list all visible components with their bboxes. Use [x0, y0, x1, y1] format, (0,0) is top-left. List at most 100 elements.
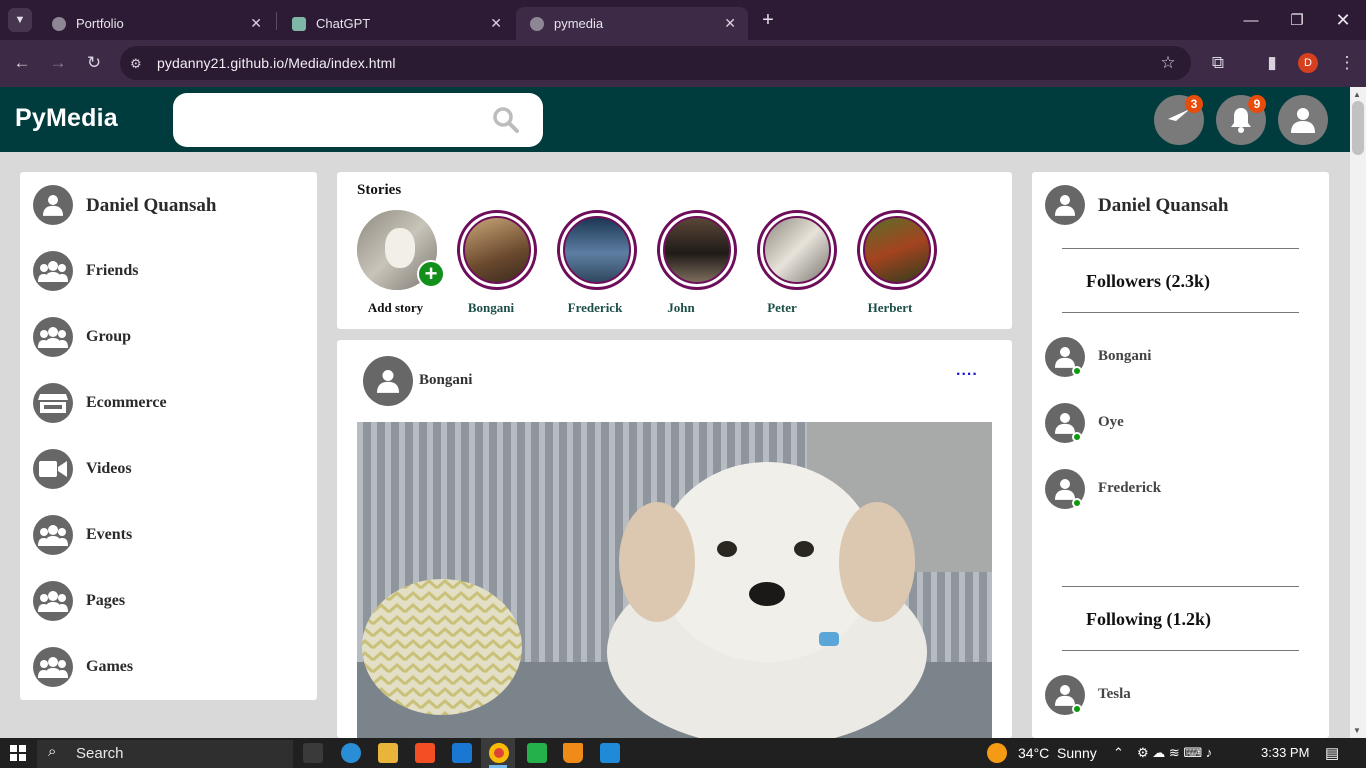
- tab-divider: [276, 12, 277, 30]
- extensions-icon[interactable]: ⧉: [1205, 50, 1231, 76]
- task-view-icon[interactable]: [303, 743, 323, 763]
- sidebar-item-events[interactable]: Events: [33, 515, 303, 555]
- site-info-icon[interactable]: ⚙: [130, 56, 146, 71]
- store-icon: [33, 383, 73, 423]
- friend-item[interactable]: Frederick: [1045, 469, 1305, 511]
- windows-start-icon[interactable]: [10, 745, 26, 761]
- taskbar-search-label[interactable]: Search: [76, 745, 124, 762]
- minimize-button[interactable]: —: [1228, 6, 1274, 34]
- reload-icon[interactable]: ↻: [81, 50, 107, 76]
- tray-icons[interactable]: ⚙ ☁ ≋ ⌨ ♪: [1137, 745, 1212, 761]
- notification-center-icon[interactable]: ▤: [1325, 744, 1339, 762]
- scroll-down-icon[interactable]: ▼: [1353, 726, 1361, 735]
- new-tab-button[interactable]: +: [756, 8, 780, 32]
- mail-icon[interactable]: [452, 743, 472, 763]
- sidebar-item-ecommerce[interactable]: Ecommerce: [33, 383, 303, 423]
- restore-button[interactable]: ❐: [1274, 6, 1320, 34]
- sidebar-item-videos[interactable]: Videos: [33, 449, 303, 489]
- story-name[interactable]: John: [631, 300, 731, 316]
- user-icon: [1055, 479, 1075, 500]
- story-john[interactable]: [657, 210, 737, 290]
- tab-title: Portfolio: [76, 16, 124, 31]
- bookmark-star-icon[interactable]: ☆: [1155, 50, 1181, 76]
- friend-item[interactable]: Bongani: [1045, 337, 1305, 379]
- user-icon: [1055, 685, 1075, 706]
- scroll-up-icon[interactable]: ▲: [1353, 90, 1361, 99]
- friend-name: Tesla: [1098, 686, 1131, 702]
- sidebar-item-label: Events: [86, 526, 133, 543]
- chatgpt-icon: [292, 16, 306, 31]
- right-user-name[interactable]: Daniel Quansah: [1098, 195, 1228, 217]
- sidebar-item-games[interactable]: Games: [33, 647, 303, 687]
- vlc-icon[interactable]: [563, 743, 583, 763]
- close-icon[interactable]: ✕: [490, 15, 502, 32]
- back-arrow-icon[interactable]: ←: [9, 50, 35, 76]
- search-icon[interactable]: [492, 106, 520, 134]
- friend-item[interactable]: Oye: [1045, 403, 1305, 445]
- post-menu-button[interactable]: ....: [956, 362, 978, 380]
- profile-avatar[interactable]: D: [1298, 53, 1318, 73]
- tab-pymedia[interactable]: pymedia ✕: [516, 7, 748, 40]
- add-story-button[interactable]: +: [417, 260, 445, 288]
- story-name[interactable]: Frederick: [545, 300, 645, 316]
- url-text[interactable]: pydanny21.github.io/Media/index.html: [157, 55, 396, 71]
- sidebar-item-group[interactable]: Group: [33, 317, 303, 357]
- chevron-down-icon: ▼: [14, 14, 26, 26]
- page-scrollbar[interactable]: [1350, 87, 1366, 738]
- divider: [1062, 248, 1299, 249]
- kebab-menu-icon[interactable]: ⋮: [1334, 50, 1360, 76]
- store-icon[interactable]: [415, 743, 435, 763]
- side-panel-icon[interactable]: ▮: [1259, 50, 1285, 76]
- tray-chevron-icon[interactable]: ⌃: [1113, 745, 1124, 761]
- dog-photo: [357, 422, 992, 738]
- sidebar-item-label: Group: [86, 328, 132, 345]
- story-name[interactable]: Bongani: [441, 300, 541, 316]
- post-author-name[interactable]: Bongani: [419, 372, 472, 389]
- edge-icon[interactable]: [341, 743, 361, 763]
- followers-heading[interactable]: Followers (2.3k): [1086, 271, 1210, 292]
- post-author-avatar[interactable]: [363, 356, 413, 406]
- sidebar-item-pages[interactable]: Pages: [33, 581, 303, 621]
- sidebar-user-name[interactable]: Daniel Quansah: [86, 195, 216, 217]
- scrollbar-thumb[interactable]: [1352, 101, 1364, 155]
- tab-chatgpt[interactable]: ChatGPT ✕: [278, 7, 514, 40]
- sun-icon: [987, 743, 1007, 763]
- site-logo[interactable]: PyMedia: [15, 104, 118, 133]
- story-herbert[interactable]: [857, 210, 937, 290]
- online-status-dot: [1072, 498, 1082, 508]
- sidebar-item-friends[interactable]: Friends: [33, 251, 303, 291]
- story-peter[interactable]: [757, 210, 837, 290]
- story-name[interactable]: Herbert: [840, 300, 940, 316]
- vscode-icon[interactable]: [600, 743, 620, 763]
- notifications-badge: 9: [1248, 95, 1266, 113]
- user-icon: [1055, 413, 1075, 434]
- friend-item[interactable]: Tesla: [1045, 675, 1305, 717]
- following-heading[interactable]: Following (1.2k): [1086, 609, 1211, 630]
- story-bongani[interactable]: [457, 210, 537, 290]
- avatar[interactable]: [1045, 185, 1085, 225]
- close-icon[interactable]: ✕: [250, 15, 262, 32]
- tab-title: ChatGPT: [316, 16, 371, 31]
- search-input[interactable]: [173, 93, 543, 147]
- user-icon: [1055, 347, 1075, 368]
- clock-time[interactable]: 3:33 PM: [1261, 745, 1309, 760]
- online-status-dot: [1072, 432, 1082, 442]
- close-icon[interactable]: ✕: [724, 15, 736, 32]
- forward-arrow-icon[interactable]: →: [45, 50, 71, 76]
- account-button[interactable]: [1278, 95, 1328, 145]
- weather-text[interactable]: 34°C Sunny: [1018, 745, 1097, 761]
- file-explorer-icon[interactable]: [378, 743, 398, 763]
- story-frederick[interactable]: [557, 210, 637, 290]
- story-thumbnail: [763, 216, 831, 284]
- story-name[interactable]: Peter: [732, 300, 832, 316]
- app-d-icon[interactable]: [527, 743, 547, 763]
- divider: [1062, 312, 1299, 313]
- sidebar-profile[interactable]: [33, 185, 73, 225]
- window-close-button[interactable]: ✕: [1320, 6, 1366, 34]
- tab-portfolio[interactable]: Portfolio ✕: [38, 7, 274, 40]
- tab-search-button[interactable]: ▼: [8, 8, 32, 32]
- story-thumbnail: [663, 216, 731, 284]
- user-icon: [43, 195, 63, 216]
- tab-title: pymedia: [554, 16, 604, 31]
- right-sidebar: [1032, 172, 1329, 738]
